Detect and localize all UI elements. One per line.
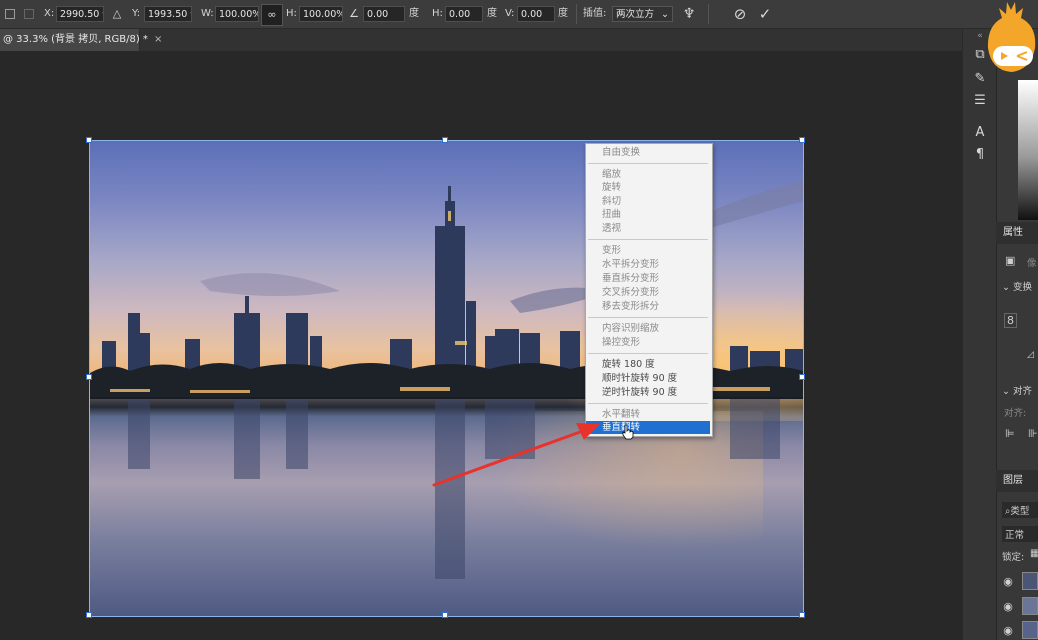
layer-thumbnail[interactable] (1022, 597, 1038, 615)
hand-cursor-icon (622, 424, 634, 440)
handle-top-center[interactable] (442, 137, 448, 143)
interpolation-label: 插值: (583, 8, 607, 19)
transform-section-label: 变换 (1012, 282, 1032, 293)
v-skew-label: V: (505, 8, 515, 19)
layer-thumbnail[interactable] (1022, 572, 1038, 590)
align-left-icon[interactable]: ⊫ (1005, 427, 1015, 440)
chain-link-icon[interactable]: ∞ (261, 4, 283, 26)
menu-item-content-aware-scale[interactable]: 内容识别缩放 (586, 322, 710, 335)
menu-separator (588, 239, 708, 240)
x-label: X: (44, 8, 55, 19)
menu-item-cross-split-warp[interactable]: 交叉拆分变形 (586, 286, 710, 299)
visibility-eye-icon[interactable]: ◉ (1001, 575, 1015, 588)
delta-icon[interactable]: △ (110, 0, 124, 28)
angle-unit: 度 (409, 8, 419, 19)
angle-icon: ∠ (349, 7, 359, 20)
reference-point-checkbox[interactable] (5, 9, 15, 19)
handle-bottom-center[interactable] (442, 612, 448, 618)
cancel-icon[interactable]: ⊘ (731, 0, 749, 28)
pixel-layer-icon: ▣ (1005, 254, 1016, 267)
menu-separator (588, 403, 708, 404)
reference-point-icon[interactable] (24, 9, 34, 19)
v-skew-unit: 度 (558, 8, 568, 19)
character-icon[interactable]: A (963, 125, 997, 140)
adjustments-icon[interactable]: ☰ (963, 93, 997, 108)
menu-item-rotate-90-ccw[interactable]: 逆时针旋转 90 度 (586, 386, 710, 399)
tab-layers[interactable]: 图层 (1003, 471, 1023, 491)
layer-filter-select[interactable]: ⌕类型 (1002, 502, 1038, 518)
divider (576, 4, 577, 24)
menu-item-remove-warp-split[interactable]: 移去变形拆分 (586, 300, 710, 313)
handle-top-right[interactable] (799, 137, 805, 143)
close-icon[interactable]: × (154, 34, 162, 45)
menu-item-warp[interactable]: 变形 (586, 244, 710, 257)
red-arrow-annotation (432, 423, 600, 487)
angle-icon: ◿ (1027, 350, 1034, 360)
chevron-down-icon: ⌄ (661, 9, 669, 20)
menu-item-scale[interactable]: 缩放 (586, 168, 710, 181)
menu-item-distort[interactable]: 扭曲 (586, 208, 710, 221)
align-section-header[interactable]: ⌄ 对齐 (1002, 383, 1032, 397)
checkmark-icon[interactable]: ✓ (756, 0, 774, 28)
h-skew-unit: 度 (487, 8, 497, 19)
menu-item-perspective[interactable]: 透视 (586, 222, 710, 235)
visibility-eye-icon[interactable]: ◉ (1001, 624, 1015, 637)
document-tab-title: @ 33.3% (背景 拷贝, RGB/8) * (3, 34, 148, 45)
menu-item-free-transform[interactable]: 自由变换 (586, 146, 710, 159)
options-bar: X: 2990.50 像 △ Y: 1993.50 像 W: 100.00% ∞… (0, 0, 1038, 29)
align-center-icon[interactable]: ⊪ (1028, 427, 1038, 440)
lock-label: 锁定: (1002, 552, 1025, 563)
height-label: H: (286, 8, 297, 19)
panel-icon-column: « ⧉ ✎ ☰ A ¶ (962, 29, 997, 640)
align-to-label: 对齐: (1004, 408, 1027, 419)
transform-section-header[interactable]: ⌄ 变换 (1002, 279, 1032, 293)
document-tab[interactable]: @ 33.3% (背景 拷贝, RGB/8) * × (0, 29, 162, 51)
visibility-eye-icon[interactable]: ◉ (1001, 600, 1015, 613)
handle-middle-left[interactable] (86, 374, 92, 380)
handle-bottom-right[interactable] (799, 612, 805, 618)
menu-item-skew[interactable]: 斜切 (586, 195, 710, 208)
paragraph-icon[interactable]: ¶ (963, 147, 997, 162)
menu-item-puppet-warp[interactable]: 操控变形 (586, 336, 710, 349)
h-skew-label: H: (432, 8, 443, 19)
chevron-down-icon: ⌄ (1002, 386, 1013, 397)
handle-bottom-left[interactable] (86, 612, 92, 618)
width-label: W: (201, 8, 214, 19)
menu-item-rotate-180[interactable]: 旋转 180 度 (586, 358, 710, 371)
layer-kind-label: 像 (1027, 258, 1037, 269)
v-skew-input[interactable]: 0.00 (517, 6, 555, 22)
menu-separator (588, 353, 708, 354)
width-input[interactable]: 100.00% (215, 6, 259, 22)
menu-item-rotate-90-cw[interactable]: 顺时针旋转 90 度 (586, 372, 710, 385)
chain-link-icon[interactable]: 8 (1004, 313, 1017, 328)
menu-separator (588, 317, 708, 318)
x-position-input[interactable]: 2990.50 像 (56, 6, 104, 22)
menu-item-vertical-split-warp[interactable]: 垂直拆分变形 (586, 272, 710, 285)
menu-item-rotate[interactable]: 旋转 (586, 181, 710, 194)
divider (708, 4, 709, 24)
chevron-down-icon: ⌄ (1002, 282, 1013, 293)
layer-thumbnail[interactable] (1022, 621, 1038, 639)
blend-mode-select[interactable]: 正常 (1002, 526, 1038, 542)
handle-middle-right[interactable] (799, 374, 805, 380)
interpolation-select[interactable]: 两次立方 ⌄ (612, 6, 673, 22)
h-skew-input[interactable]: 0.00 (445, 6, 483, 22)
layer-filter-value: 类型 (1010, 506, 1030, 517)
height-input[interactable]: 100.00% (299, 6, 343, 22)
warp-mode-icon[interactable]: ♆ (680, 0, 698, 28)
y-position-input[interactable]: 1993.50 像 (144, 6, 192, 22)
menu-separator (588, 163, 708, 164)
menu-item-horizontal-split-warp[interactable]: 水平拆分变形 (586, 258, 710, 271)
angle-input[interactable]: 0.00 (363, 6, 405, 22)
lock-transparent-icon[interactable]: ▦ (1030, 548, 1038, 559)
transform-context-menu: 自由变换 缩放 旋转 斜切 扭曲 透视 变形 水平拆分变形 垂直拆分变形 交叉拆… (585, 143, 713, 437)
brand-mascot-logo (987, 2, 1036, 72)
color-picker-gradient[interactable] (1018, 80, 1038, 220)
y-label: Y: (132, 8, 141, 19)
document-tab-strip: @ 33.3% (背景 拷贝, RGB/8) * × (0, 29, 962, 51)
tab-properties[interactable]: 属性 (1003, 223, 1023, 243)
interpolation-value: 两次立方 (616, 9, 655, 20)
handle-top-left[interactable] (86, 137, 92, 143)
align-section-label: 对齐 (1012, 386, 1032, 397)
